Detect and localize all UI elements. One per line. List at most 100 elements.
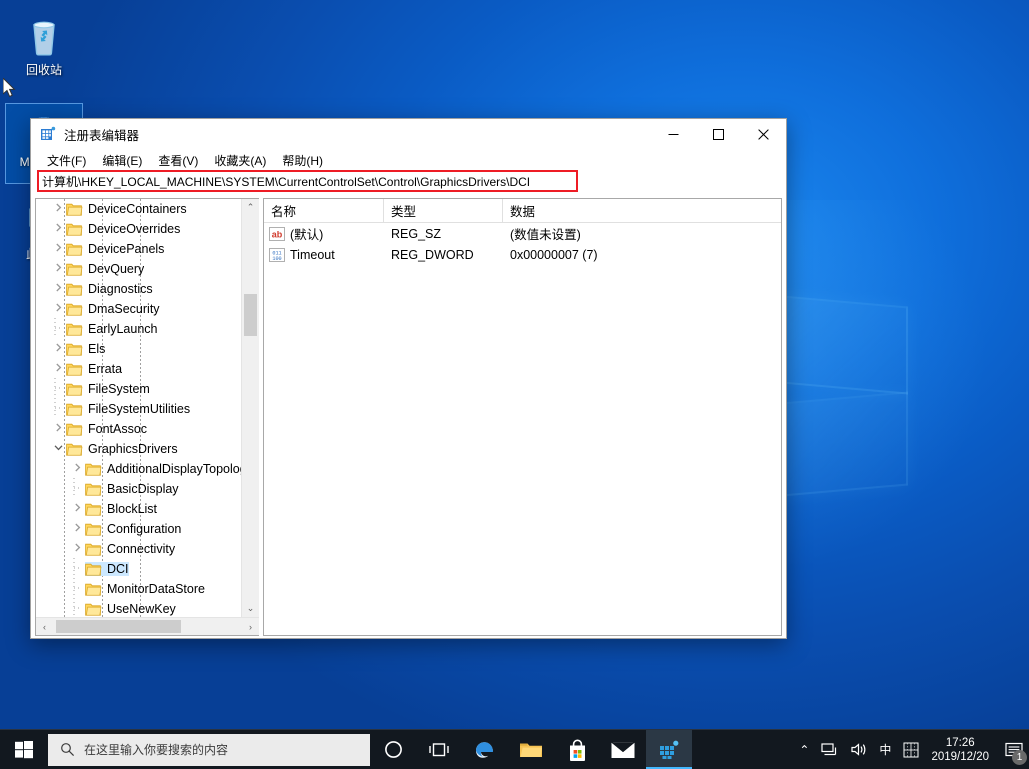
tree-node[interactable]: DevQuery [36,259,241,279]
tree-node-selected[interactable]: DCI [36,557,241,579]
tree-node[interactable]: BasicDisplay [36,477,241,499]
tree-node[interactable]: Errata [36,359,241,379]
tree-node[interactable]: EarlyLaunch [36,317,241,339]
taskbar-clock[interactable]: 17:26 2019/12/20 [925,730,999,769]
tree-node[interactable]: UseNewKey [36,597,241,617]
registry-path-text: 计算机\HKEY_LOCAL_MACHINE\SYSTEM\CurrentCon… [42,174,531,189]
edge-icon [476,741,493,758]
chevron-down-icon[interactable] [50,443,66,455]
start-button[interactable] [0,730,48,769]
taskbar-button-edge[interactable] [462,730,508,769]
reg-dword-icon: 011100 [269,247,285,262]
tree-node[interactable]: DeviceContainers [36,199,241,219]
chevron-right-icon[interactable] [69,503,85,515]
tree-horizontal-scrollbar[interactable]: ‹ › [36,617,259,635]
chevron-right-icon[interactable] [69,463,85,475]
registry-value-row[interactable]: 011 100 Timeout REG_DWORD 0x00000007 (7) [264,244,781,265]
column-header-data[interactable]: 数据 [503,199,781,223]
volume-icon[interactable] [844,730,873,769]
chevron-right-icon[interactable] [50,283,66,295]
folder-icon [85,543,102,556]
chevron-right-icon[interactable] [69,543,85,555]
column-header-type[interactable]: 类型 [384,198,503,223]
minimize-button[interactable] [651,119,696,149]
menu-bar[interactable]: 文件(F) 编辑(E) 查看(V) 收藏夹(A) 帮助(H) [31,149,786,171]
tray-chevron-up-icon[interactable]: ⌃ [793,730,815,769]
tree-node[interactable]: BlockList [36,499,241,519]
chevron-right-icon[interactable] [50,363,66,375]
tree-node[interactable]: Configuration [36,519,241,539]
tree-node[interactable]: FileSystemUtilities [36,397,241,419]
taskbar-button-cortana[interactable] [370,730,416,769]
chevron-right-icon[interactable] [50,263,66,275]
tree-node-label: DmaSecurity [88,302,160,316]
chevron-right-icon[interactable] [50,243,66,255]
chevron-right-icon[interactable] [50,223,66,235]
scroll-down-arrow[interactable]: ⌄ [242,600,259,617]
registry-values-pane[interactable]: 名称 类型 数据 ab (默认) REG_SZ (数值未设置) 011 100 Timeou… [263,198,782,636]
search-icon [60,742,75,757]
registry-value-row[interactable]: ab (默认) REG_SZ (数值未设置) [264,223,781,244]
desktop-icon-recycle-bin[interactable]: 回收站 [6,12,82,77]
chevron-right-icon[interactable] [50,343,66,355]
folder-icon [85,542,102,556]
tree-node[interactable]: DeviceOverrides [36,219,241,239]
taskbar-button-mail[interactable] [600,730,646,769]
ime-mode-indicator[interactable]: 中 [873,730,897,769]
scroll-up-arrow[interactable]: ⌃ [242,199,259,216]
tree-node[interactable]: MonitorDataStore [36,577,241,599]
menu-help[interactable]: 帮助(H) [274,150,331,171]
tree-node-label: DCI [107,562,129,576]
values-list[interactable]: ab (默认) REG_SZ (数值未设置) 011 100 Timeout REG_DWOR… [264,223,781,265]
taskbar-button-task-view[interactable] [416,730,462,769]
chevron-right-icon[interactable] [50,303,66,315]
system-tray[interactable]: ⌃ 中 17:26 2019/12/20 1 [793,730,1029,769]
tree-node[interactable]: AdditionalDisplayTopologies [36,459,241,479]
tree-node[interactable]: Connectivity [36,539,241,559]
folder-icon [85,483,102,496]
chevron-right-icon[interactable] [69,523,85,535]
registry-key-tree[interactable]: DeviceContainers DeviceOverrides DevicePan… [36,199,241,617]
svg-text:ab: ab [272,229,283,239]
ime-layout-indicator[interactable] [897,730,925,769]
tree-node[interactable]: DmaSecurity [36,299,241,319]
tree-node[interactable]: Els [36,339,241,359]
tree-node[interactable]: GraphicsDrivers [36,439,241,459]
tree-node[interactable]: DevicePanels [36,239,241,259]
taskbar-button-file-explorer[interactable] [508,730,554,769]
taskbar-button-regedit[interactable] [646,729,692,769]
scroll-right-arrow[interactable]: › [242,618,259,635]
tree-node-label: BasicDisplay [107,482,179,496]
column-header-name[interactable]: 名称 [264,198,384,223]
folder-icon [66,443,83,456]
scroll-left-arrow[interactable]: ‹ [36,618,53,635]
taskbar-button-microsoft-store[interactable] [554,730,600,769]
taskbar[interactable]: 在这里输入你要搜索的内容 ⌃ 中 17:26 2019/12/20 1 [0,729,1029,769]
registry-editor-window[interactable]: 注册表编辑器 文件(F) 编辑(E) 查看(V) 收藏夹(A) 帮助(H) 计算… [30,118,787,639]
maximize-button[interactable] [696,119,741,149]
window-titlebar[interactable]: 注册表编辑器 [31,119,786,149]
registry-path-input[interactable]: 计算机\HKEY_LOCAL_MACHINE\SYSTEM\CurrentCon… [37,170,578,192]
chevron-right-icon[interactable] [50,423,66,435]
horizontal-scrollbar-thumb[interactable] [56,620,181,633]
taskbar-search-input[interactable]: 在这里输入你要搜索的内容 [48,733,370,766]
network-icon[interactable] [815,730,844,769]
tree-node[interactable]: FontAssoc [36,419,241,439]
menu-view[interactable]: 查看(V) [150,150,206,171]
registry-key-tree-pane[interactable]: DeviceContainers DeviceOverrides DevicePan… [35,198,259,636]
minimize-icon [668,133,679,135]
folder-icon [66,363,83,376]
tree-vertical-scrollbar[interactable]: ⌃ ⌄ [241,199,259,617]
vertical-scrollbar-thumb[interactable] [244,294,257,336]
tree-node[interactable]: Diagnostics [36,279,241,299]
tree-node[interactable]: FileSystem [36,377,241,399]
menu-file[interactable]: 文件(F) [39,150,94,171]
close-button[interactable] [741,119,786,149]
folder-icon [66,403,83,416]
menu-favorites[interactable]: 收藏夹(A) [206,150,274,171]
menu-edit[interactable]: 编辑(E) [94,150,150,171]
notification-center-button[interactable]: 1 [999,730,1029,769]
values-column-headers[interactable]: 名称 类型 数据 [264,198,781,223]
chevron-right-icon[interactable] [50,203,66,215]
tree-node-label: BlockList [107,502,158,516]
